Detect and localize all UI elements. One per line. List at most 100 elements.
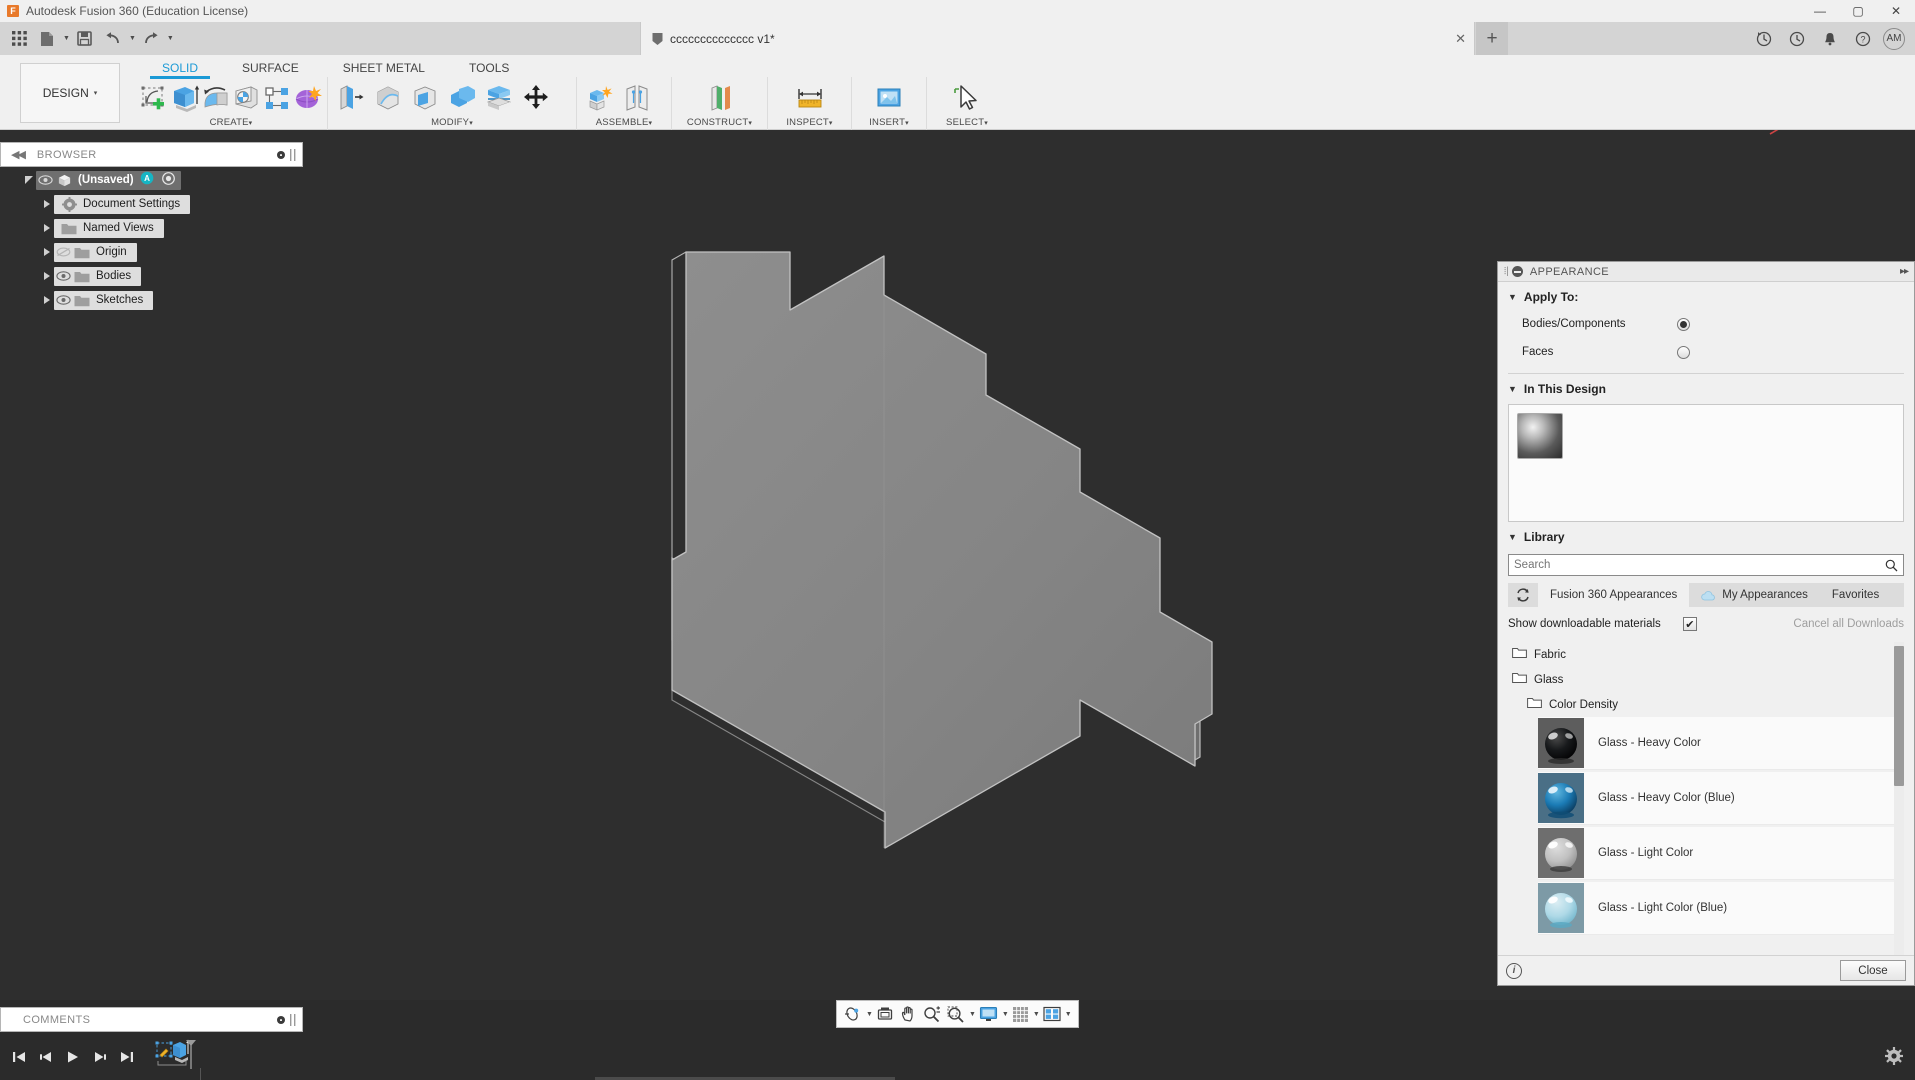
tree-item-named-views[interactable]: Named Views xyxy=(0,216,303,240)
look-at-icon[interactable] xyxy=(873,1002,897,1026)
workspace-switcher[interactable]: DESIGN ▾ xyxy=(20,63,120,123)
expand-arrow-icon[interactable] xyxy=(40,269,54,283)
go-to-beginning-icon[interactable] xyxy=(6,1042,31,1072)
pan-icon[interactable] xyxy=(897,1002,920,1026)
revolve-icon[interactable] xyxy=(200,78,231,117)
activate-component-icon[interactable] xyxy=(161,172,175,188)
tab-my-appearances[interactable]: My Appearances xyxy=(1689,583,1820,607)
visibility-eye-icon[interactable] xyxy=(54,269,72,283)
new-document-icon[interactable] xyxy=(34,26,60,52)
redo-caret-icon[interactable]: ▼ xyxy=(167,35,174,42)
apply-to-section-header[interactable]: ▼ Apply To: xyxy=(1498,282,1914,310)
appearance-badge-icon[interactable]: A xyxy=(140,171,155,189)
new-tab-button[interactable]: + xyxy=(1476,22,1508,55)
tab-fusion-360-appearances[interactable]: Fusion 360 Appearances xyxy=(1538,583,1690,607)
insert-mcmaster-icon[interactable] xyxy=(871,78,908,117)
in-this-design-section-header[interactable]: ▼ In This Design xyxy=(1498,374,1914,402)
form-create-icon[interactable] xyxy=(292,78,323,117)
save-icon[interactable] xyxy=(72,26,98,52)
display-settings-caret-icon[interactable]: ▼ xyxy=(1002,1011,1009,1018)
new-document-caret-icon[interactable]: ▼ xyxy=(63,35,70,42)
material-item-glass-light-color-blue[interactable]: Glass - Light Color (Blue) xyxy=(1538,882,1904,935)
play-icon[interactable] xyxy=(60,1042,85,1072)
apply-to-bodies-row[interactable]: Bodies/Components xyxy=(1498,310,1914,338)
settings-gear-icon[interactable] xyxy=(1885,1047,1903,1068)
viewports-caret-icon[interactable]: ▼ xyxy=(1065,1011,1072,1018)
document-tab[interactable]: cccccccccccccc v1* ✕ xyxy=(640,22,1475,55)
app-grid-icon[interactable] xyxy=(6,26,32,52)
maximize-button[interactable]: ▢ xyxy=(1839,0,1877,22)
browser-resize-grip[interactable] xyxy=(276,148,298,162)
comments-resize-grip[interactable] xyxy=(276,1013,298,1027)
step-forward-icon[interactable] xyxy=(87,1042,112,1072)
extrude-icon[interactable] xyxy=(170,78,201,117)
library-folder-color-density[interactable]: Color Density xyxy=(1508,692,1904,717)
tree-item-origin[interactable]: Origin xyxy=(0,240,303,264)
info-icon[interactable]: i xyxy=(1506,962,1522,979)
sweep-icon[interactable] xyxy=(231,78,262,117)
appearance-swatch[interactable] xyxy=(1517,413,1563,459)
material-item-glass-light-color[interactable]: Glass - Light Color xyxy=(1538,827,1904,880)
joint-icon[interactable] xyxy=(618,78,655,117)
split-face-icon[interactable] xyxy=(480,78,517,117)
collapse-dialog-icon[interactable] xyxy=(1511,266,1523,277)
job-status-icon[interactable] xyxy=(1747,22,1780,55)
offset-plane-icon[interactable] xyxy=(701,78,738,117)
step-back-icon[interactable] xyxy=(33,1042,58,1072)
timeline-feature-extrude[interactable] xyxy=(153,1037,199,1077)
fillet-icon[interactable] xyxy=(369,78,406,117)
visibility-eye-icon[interactable] xyxy=(54,293,72,307)
tab-surface[interactable]: SURFACE xyxy=(220,57,321,77)
recent-icon[interactable] xyxy=(1780,22,1813,55)
library-tree[interactable]: Fabric Glass Color Density Glass - Heavy… xyxy=(1508,641,1904,955)
visibility-eye-off-icon[interactable] xyxy=(54,245,72,259)
create-sketch-icon[interactable] xyxy=(139,78,170,117)
visibility-eye-icon[interactable] xyxy=(36,173,54,187)
undo-icon[interactable] xyxy=(100,26,126,52)
show-downloadable-checkbox[interactable]: ✔ xyxy=(1682,617,1697,631)
minimize-button[interactable]: — xyxy=(1801,0,1839,22)
close-window-button[interactable]: ✕ xyxy=(1877,0,1915,22)
grid-snap-caret-icon[interactable]: ▼ xyxy=(1033,1011,1040,1018)
expand-arrow-icon[interactable] xyxy=(22,173,36,187)
library-folder-fabric[interactable]: Fabric xyxy=(1508,642,1904,667)
pattern-icon[interactable] xyxy=(262,78,293,117)
library-search-box[interactable] xyxy=(1508,554,1904,576)
refresh-libraries-button[interactable] xyxy=(1508,583,1538,607)
tab-tools[interactable]: TOOLS xyxy=(447,57,531,77)
search-input[interactable] xyxy=(1514,559,1885,571)
zoom-window-caret-icon[interactable]: ▼ xyxy=(969,1011,976,1018)
apply-to-bodies-radio[interactable] xyxy=(1677,317,1690,331)
grid-snap-icon[interactable] xyxy=(1009,1002,1032,1026)
dialog-grip-icon[interactable]: ⦙| xyxy=(1504,266,1509,277)
tab-sheet-metal[interactable]: SHEET METAL xyxy=(321,57,447,77)
tab-favorites[interactable]: Favorites xyxy=(1820,583,1891,607)
tree-item-bodies[interactable]: Bodies xyxy=(0,264,303,288)
expand-dialog-icon[interactable]: ▸▸ xyxy=(1900,266,1909,277)
cancel-all-downloads-link[interactable]: Cancel all Downloads xyxy=(1793,618,1904,630)
expand-arrow-icon[interactable] xyxy=(40,197,54,211)
orbit-icon[interactable] xyxy=(841,1002,865,1026)
viewports-icon[interactable] xyxy=(1040,1002,1064,1026)
search-icon[interactable] xyxy=(1885,559,1898,572)
apply-to-faces-radio[interactable] xyxy=(1677,345,1690,359)
shell-icon[interactable] xyxy=(406,78,443,117)
go-to-end-icon[interactable] xyxy=(114,1042,139,1072)
zoom-icon[interactable] xyxy=(920,1002,944,1026)
in-this-design-thumbnails[interactable] xyxy=(1508,404,1904,522)
comments-panel-header[interactable]: COMMENTS xyxy=(0,1007,303,1032)
library-scrollbar-thumb[interactable] xyxy=(1894,646,1904,786)
material-item-glass-heavy-color[interactable]: Glass - Heavy Color xyxy=(1538,717,1904,770)
browser-collapse-icon[interactable]: ◀◀ xyxy=(11,148,26,161)
tree-item-unsaved[interactable]: (Unsaved) A xyxy=(0,168,303,192)
tab-solid[interactable]: SOLID xyxy=(140,57,220,79)
library-scrollbar[interactable] xyxy=(1894,642,1904,955)
library-section-header[interactable]: ▼ Library xyxy=(1498,522,1914,550)
help-icon[interactable]: ? xyxy=(1846,22,1879,55)
select-icon[interactable] xyxy=(949,78,986,117)
close-button[interactable]: Close xyxy=(1840,960,1906,981)
press-pull-icon[interactable] xyxy=(332,78,369,117)
bell-icon[interactable] xyxy=(1813,22,1846,55)
expand-arrow-icon[interactable] xyxy=(40,245,54,259)
library-folder-glass[interactable]: Glass xyxy=(1508,667,1904,692)
